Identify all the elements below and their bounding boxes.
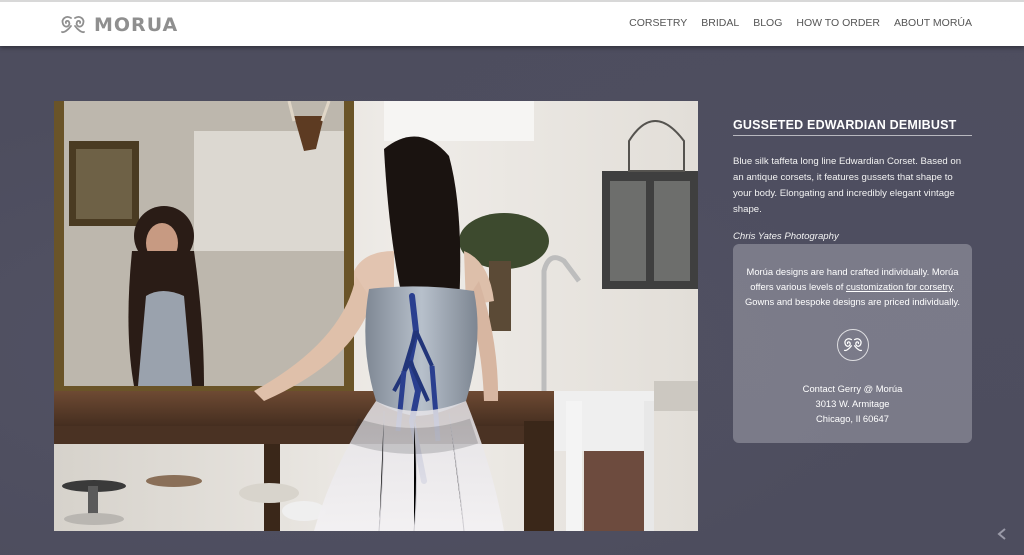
photo-credit: Chris Yates Photography xyxy=(733,231,839,242)
nav-item-about[interactable]: ABOUT MORÚA xyxy=(894,17,972,29)
nav-item-bridal[interactable]: BRIDAL xyxy=(701,17,739,29)
content-stage: GUSSETED EDWARDIAN DEMIBUST Blue silk ta… xyxy=(0,46,1024,555)
address-line-2: Chicago, Il 60647 xyxy=(816,413,889,424)
contact-name[interactable]: Contact Gerry @ Morúa xyxy=(733,381,972,396)
product-title: GUSSETED EDWARDIAN DEMIBUST xyxy=(733,118,972,136)
scroll-ornament-icon xyxy=(60,14,86,36)
chevron-left-icon[interactable] xyxy=(996,527,1010,541)
customization-link[interactable]: customization for corsetry xyxy=(846,281,952,292)
product-photo xyxy=(54,101,698,531)
product-description: Blue silk taffeta long line Edwardian Co… xyxy=(733,156,962,215)
nav-item-blog[interactable]: BLOG xyxy=(753,17,782,29)
card-description: Morúa designs are hand crafted individua… xyxy=(743,264,962,309)
brand-logo[interactable]: MORUA xyxy=(60,11,178,39)
nav-item-corsetry[interactable]: CORSETRY xyxy=(629,17,687,29)
info-card: Morúa designs are hand crafted individua… xyxy=(733,244,972,443)
product-info: GUSSETED EDWARDIAN DEMIBUST Blue silk ta… xyxy=(733,118,972,242)
main-nav: CORSETRY BRIDAL BLOG HOW TO ORDER ABOUT … xyxy=(629,17,972,29)
contact-block: Contact Gerry @ Morúa 3013 W. Armitage C… xyxy=(733,381,972,426)
site-header: MORUA CORSETRY BRIDAL BLOG HOW TO ORDER … xyxy=(0,0,1024,46)
nav-item-how-to-order[interactable]: HOW TO ORDER xyxy=(796,17,880,29)
brand-name: MORUA xyxy=(94,14,179,36)
scroll-ornament-icon xyxy=(836,329,869,361)
address-line-1: 3013 W. Armitage xyxy=(815,398,890,409)
